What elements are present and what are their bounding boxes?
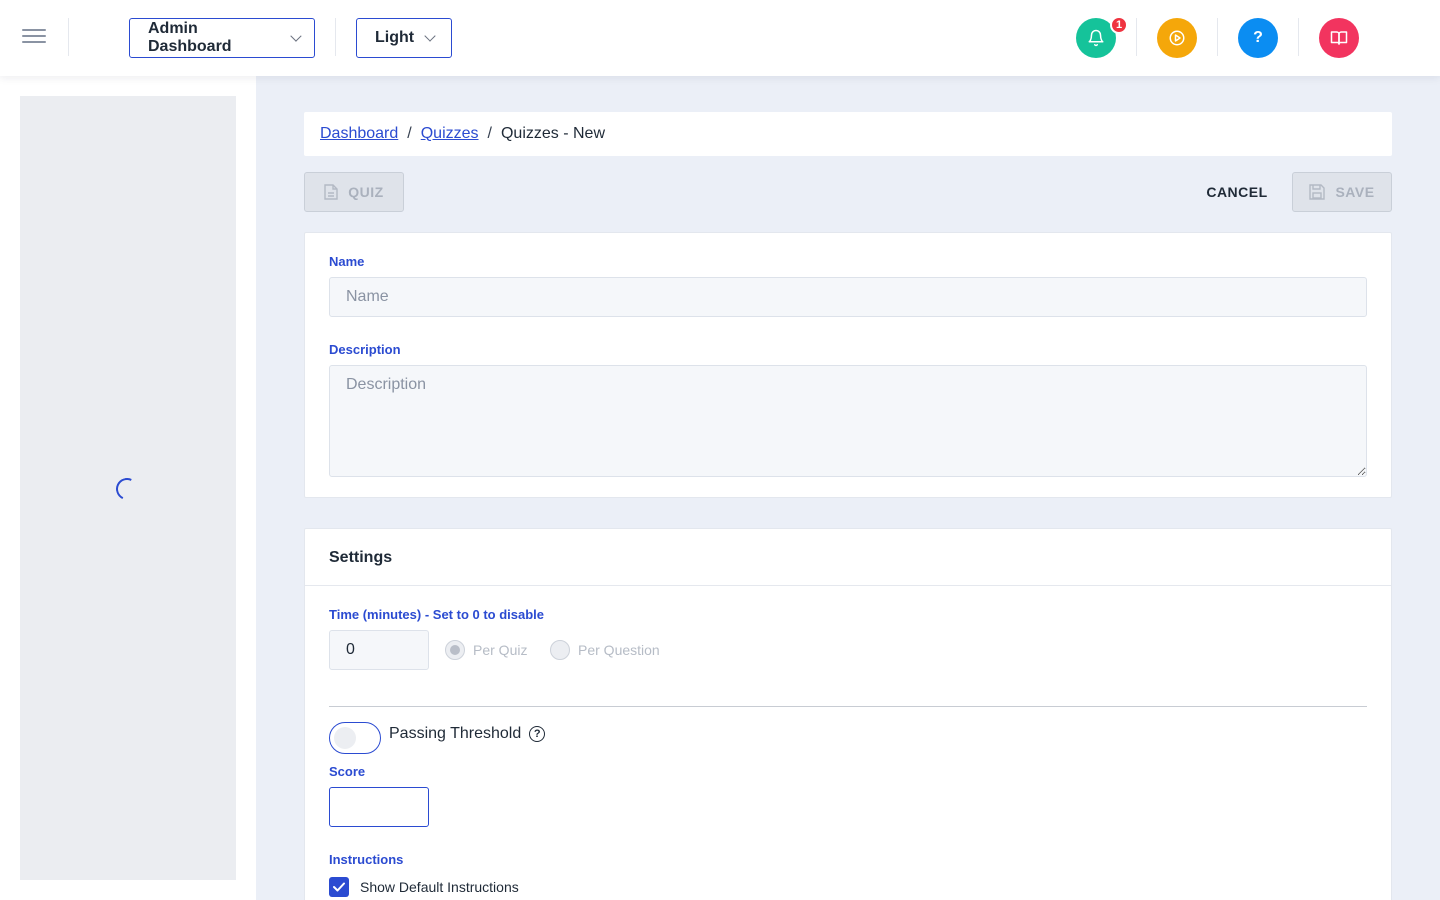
score-input[interactable] [329,787,429,827]
time-input[interactable] [329,630,429,670]
instructions-label: Instructions [329,852,404,867]
description-label: Description [329,342,401,357]
divider [1298,18,1299,56]
score-label: Score [329,764,366,779]
save-icon [1309,184,1326,200]
cancel-button[interactable]: CANCEL [1196,172,1278,212]
breadcrumb: Dashboard / Quizzes / Quizzes - New [304,112,1392,156]
sidebar [0,76,256,900]
help-circle-icon[interactable]: ? [529,726,546,742]
theme-select[interactable]: Light [356,18,452,58]
settings-card: Settings Time (minutes) - Set to 0 to di… [304,528,1392,900]
save-button[interactable]: SAVE [1292,172,1392,212]
loading-spinner-icon [112,474,142,504]
show-default-instructions-checkbox[interactable] [329,877,349,897]
chevron-down-icon [290,30,302,42]
check-icon [333,882,345,892]
quiz-button-label: QUIZ [348,184,384,200]
play-circle-icon [1169,30,1185,46]
quiz-button[interactable]: QUIZ [304,172,404,212]
breadcrumb-link-quizzes[interactable]: Quizzes [421,125,479,143]
passing-threshold-row: Passing Threshold ? [389,725,546,743]
toggle-knob [334,727,356,749]
docs-button[interactable] [1319,18,1359,58]
dashboard-select-value: Admin Dashboard [148,20,232,55]
quiz-details-card: Name Description [304,232,1392,498]
name-label: Name [329,254,365,269]
save-button-label: SAVE [1335,184,1375,200]
theme-select-value: Light [375,29,415,46]
menu-icon[interactable] [22,29,46,47]
show-default-instructions-label: Show Default Instructions [360,879,519,895]
top-bar: Admin Dashboard Light 1 ? [0,0,1440,76]
divider [335,18,336,56]
passing-threshold-toggle[interactable] [329,722,381,754]
divider [329,706,1367,707]
chevron-down-icon [424,30,436,42]
dashboard-select[interactable]: Admin Dashboard [129,18,315,58]
notifications-button[interactable]: 1 [1076,16,1128,58]
divider [1217,18,1218,56]
breadcrumb-current: Quizzes - New [500,125,606,142]
breadcrumb-separator: / [487,125,492,142]
per-question-label: Per Question [578,642,660,658]
bell-icon [1088,29,1104,47]
divider [1136,18,1137,56]
settings-title: Settings [329,549,393,566]
help-button[interactable]: ? [1238,18,1278,58]
breadcrumb-link-dashboard[interactable]: Dashboard [320,125,398,143]
per-quiz-radio[interactable]: Per Quiz [445,640,527,660]
description-input[interactable] [329,365,1367,477]
book-icon [1330,31,1348,45]
passing-threshold-label: Passing Threshold [389,725,522,742]
divider [305,585,1391,586]
radio-dot [445,640,465,660]
question-icon: ? [1253,29,1263,46]
name-input[interactable] [329,277,1367,317]
file-icon [324,184,338,200]
sidebar-placeholder [20,96,236,880]
radio-dot [550,640,570,660]
breadcrumb-separator: / [407,125,412,142]
media-button[interactable] [1157,18,1197,58]
notification-badge: 1 [1110,16,1128,34]
divider [68,18,69,56]
per-quiz-label: Per Quiz [473,642,528,658]
per-question-radio[interactable]: Per Question [550,640,660,660]
time-label: Time (minutes) - Set to 0 to disable [329,607,545,622]
